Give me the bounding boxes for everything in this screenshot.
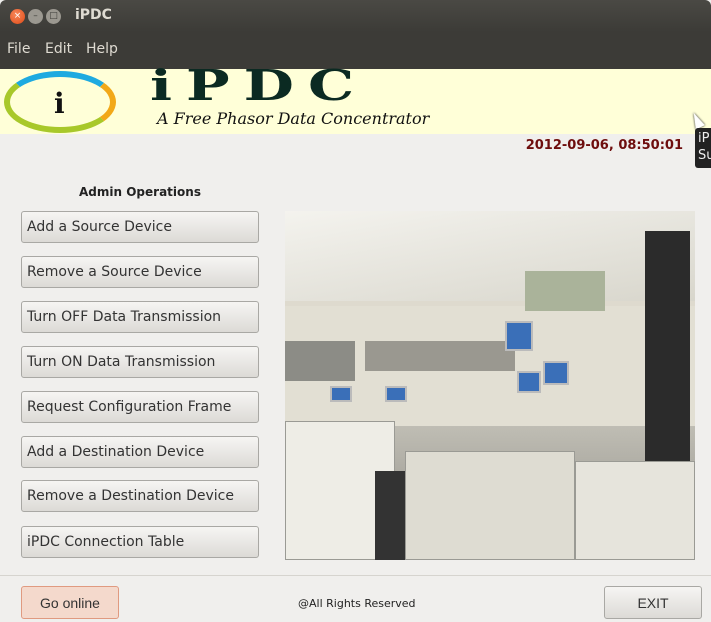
turn-off-transmission-button[interactable]: Turn OFF Data Transmission xyxy=(21,301,259,333)
ipdc-logo: i xyxy=(4,71,116,133)
maximize-button[interactable]: □ xyxy=(46,9,61,24)
window-title: iPDC xyxy=(75,7,112,23)
banner: i iPDC A Free Phasor Data Concentrator xyxy=(0,61,711,134)
banner-title: iPDC xyxy=(150,61,369,110)
go-online-button[interactable]: Go online xyxy=(21,586,119,619)
exit-button[interactable]: EXIT xyxy=(604,586,702,619)
menu-file[interactable]: File xyxy=(7,41,30,57)
add-destination-device-button[interactable]: Add a Destination Device xyxy=(21,436,259,468)
connection-table-button[interactable]: iPDC Connection Table xyxy=(21,526,259,558)
close-button[interactable]: × xyxy=(10,9,25,24)
add-source-device-button[interactable]: Add a Source Device xyxy=(21,211,259,243)
minimize-button[interactable]: – xyxy=(28,9,43,24)
copyright-text: @All Rights Reserved xyxy=(298,597,416,610)
request-config-frame-button[interactable]: Request Configuration Frame xyxy=(21,391,259,423)
turn-on-transmission-button[interactable]: Turn ON Data Transmission xyxy=(21,346,259,378)
datetime-display: 2012-09-06, 08:50:01 xyxy=(525,138,683,153)
title-bar: × – □ iPDC xyxy=(0,0,711,32)
menu-edit[interactable]: Edit xyxy=(45,41,72,57)
control-room-image xyxy=(285,211,695,560)
menu-help[interactable]: Help xyxy=(86,41,118,57)
admin-operations-heading: Admin Operations xyxy=(79,185,201,199)
footer-divider xyxy=(0,575,711,576)
remove-source-device-button[interactable]: Remove a Source Device xyxy=(21,256,259,288)
banner-subtitle: A Free Phasor Data Concentrator xyxy=(157,109,430,128)
remove-destination-device-button[interactable]: Remove a Destination Device xyxy=(21,480,259,512)
tooltip: iP Su xyxy=(695,128,711,168)
